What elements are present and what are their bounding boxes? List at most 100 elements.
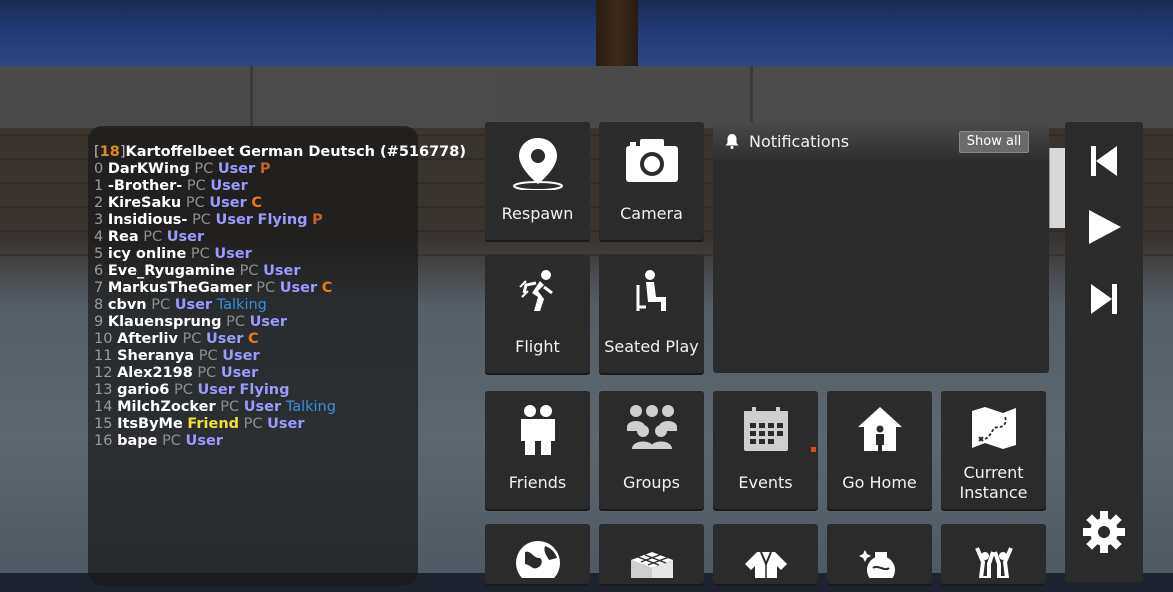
player-platform: PC (162, 433, 181, 449)
player-name: Klauensprung (107, 314, 222, 330)
player-index: 7 (94, 280, 104, 296)
player-status-tag: C (248, 331, 259, 347)
player-row[interactable]: 11 Sheranya PC User (94, 348, 260, 365)
player-rank: User (220, 365, 259, 381)
respawn-button[interactable]: Respawn (485, 122, 590, 240)
player-row[interactable]: 3 Insidious- PC User Flying P (94, 212, 323, 229)
player-index: 9 (94, 314, 104, 330)
wooden-beam (596, 0, 638, 70)
instance-name: Kartoffelbeet German Deutsch (#516778) (125, 144, 466, 160)
player-index: 12 (94, 365, 113, 381)
player-index: 15 (94, 416, 113, 432)
potion-icon (827, 538, 932, 592)
player-name: icy online (107, 246, 187, 262)
player-row[interactable]: 10 Afterliv PC User C (94, 331, 259, 348)
player-platform: PC (220, 399, 240, 415)
player-index: 2 (94, 195, 104, 211)
player-name: cbvn (107, 297, 147, 313)
group-people-icon (599, 403, 704, 457)
player-rank: User (185, 433, 223, 449)
friends-button[interactable]: Friends (485, 391, 590, 509)
player-row[interactable]: 14 MilchZocker PC User Talking (94, 399, 336, 416)
player-rank: User (166, 229, 205, 245)
player-platform: PC (143, 229, 163, 245)
player-name: bape (117, 433, 158, 449)
player-platform: PC (226, 314, 245, 330)
avatars-button[interactable] (599, 524, 704, 584)
player-row[interactable]: 15 ItsByMe Friend PC User (94, 416, 305, 433)
player-rank: User (267, 416, 305, 432)
notifications-header: Notifications Show all (713, 122, 1049, 160)
seated-play-button[interactable]: Seated Play (599, 255, 704, 373)
player-name: MilchZocker (117, 399, 216, 415)
events-button[interactable]: Events (713, 391, 818, 509)
globe-icon (485, 538, 590, 592)
favorites-button[interactable] (827, 524, 932, 584)
player-row[interactable]: 9 Klauensprung PC User (94, 314, 287, 331)
worlds-button[interactable] (485, 524, 590, 584)
player-platform: PC (186, 178, 206, 194)
camera-label: Camera (620, 204, 683, 223)
player-row[interactable]: 13 gario6 PC User Flying (94, 382, 290, 399)
seated-figure-icon (599, 267, 704, 321)
player-row[interactable]: 2 KireSaku PC User C (94, 195, 262, 212)
player-row[interactable]: 5 icy online PC User (94, 246, 252, 263)
settings-button[interactable] (1065, 510, 1143, 554)
outfits-button[interactable] (713, 524, 818, 584)
go-home-label: Go Home (842, 473, 917, 492)
player-index: 14 (94, 399, 113, 415)
player-rank: User (209, 195, 247, 211)
skip-forward-icon (1091, 284, 1117, 314)
groups-button[interactable]: Groups (599, 391, 704, 509)
go-home-button[interactable]: Go Home (827, 391, 932, 509)
events-notification-dot (811, 447, 816, 452)
player-row[interactable]: 4 Rea PC User (94, 229, 204, 246)
player-status-tag: P (259, 161, 271, 177)
dancing-people-icon (941, 538, 1046, 592)
notifications-title: Notifications (749, 132, 850, 151)
flight-button[interactable]: Flight (485, 255, 590, 373)
player-row[interactable]: 8 cbvn PC User Talking (94, 297, 267, 314)
emotes-button[interactable] (941, 524, 1046, 584)
player-index: 0 (94, 161, 104, 177)
play-button[interactable] (1065, 208, 1143, 246)
player-platform: PC (197, 365, 217, 381)
player-row[interactable]: 7 MarkusTheGamer PC User C (94, 280, 332, 297)
player-status-tag: Flying (239, 382, 290, 398)
events-label: Events (738, 473, 793, 492)
next-button[interactable] (1065, 282, 1143, 316)
previous-button[interactable] (1065, 144, 1143, 178)
cube-icon (599, 538, 704, 592)
player-rank: User (222, 348, 260, 364)
player-row[interactable]: 1 -Brother- PC User (94, 178, 248, 195)
player-index: 5 (94, 246, 104, 262)
player-status-tag: Talking (285, 399, 336, 415)
player-rank: User (243, 399, 282, 415)
player-row[interactable]: 12 Alex2198 PC User (94, 365, 258, 382)
player-rank: User (217, 161, 256, 177)
player-name: Eve_Ryugamine (107, 263, 235, 279)
player-platform: PC (194, 161, 214, 177)
player-status-tag: P (312, 212, 323, 228)
current-instance-button[interactable]: Current Instance (941, 391, 1046, 509)
player-status-tag: C (321, 280, 333, 296)
player-platform: PC (182, 331, 202, 347)
show-all-button[interactable]: Show all (959, 131, 1029, 153)
player-platform: PC (190, 246, 210, 262)
player-index: 13 (94, 382, 113, 398)
player-row[interactable]: 16 bape PC User (94, 433, 223, 450)
player-row[interactable]: 0 DarKWing PC User P (94, 161, 270, 178)
house-icon (827, 405, 932, 459)
camera-button[interactable]: Camera (599, 122, 704, 240)
running-figure-icon (485, 267, 590, 321)
map-pin-icon (485, 136, 590, 190)
player-rank: User (215, 212, 253, 228)
player-index: 8 (94, 297, 104, 313)
player-index: 16 (94, 433, 113, 449)
flight-label: Flight (515, 337, 560, 356)
camera-icon (599, 136, 704, 190)
player-name: gario6 (117, 382, 170, 398)
player-rank: User (174, 297, 213, 313)
respawn-label: Respawn (501, 204, 574, 223)
player-row[interactable]: 6 Eve_Ryugamine PC User (94, 263, 300, 280)
